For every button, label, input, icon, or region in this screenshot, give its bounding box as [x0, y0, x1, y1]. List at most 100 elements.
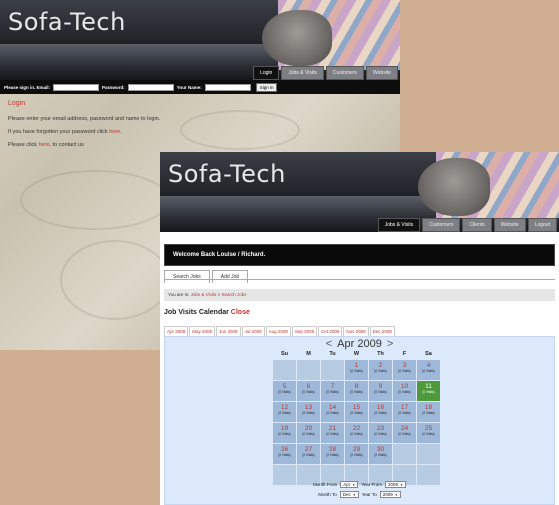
calendar-day-cell[interactable]: 26 (0 Visits)	[273, 444, 296, 464]
tab-add-job[interactable]: Add Job	[211, 270, 249, 283]
calendar-day-cell[interactable]: 17 (0 Visits)	[393, 402, 416, 422]
calendar-day-number[interactable]: 24	[393, 423, 416, 432]
calendar-day-cell[interactable]: 20 (0 Visits)	[297, 423, 320, 443]
calendar-day-number[interactable]: 20	[297, 423, 320, 432]
header-person-image	[262, 10, 332, 66]
calendar-day-number[interactable]: 25	[417, 423, 440, 432]
calendar-day-cell[interactable]: 16 (0 Visits)	[369, 402, 392, 422]
calendar-day-cell[interactable]: 11 (0 Visits)	[417, 381, 440, 401]
month-from-select[interactable]: Apr ▼	[340, 481, 359, 488]
calendar-visit-count: (0 Visits)	[374, 411, 387, 415]
calendar-day-number[interactable]: 11	[417, 381, 440, 390]
calendar-day-cell[interactable]: 5 (0 Visits)	[273, 381, 296, 401]
calendar-day-number[interactable]: 15	[345, 402, 368, 411]
calendar-day-cell[interactable]: 3 (0 Visits)	[393, 360, 416, 380]
calendar-day-cell[interactable]: 2 (0 Visits)	[369, 360, 392, 380]
breadcrumb-link-search-jobs[interactable]: Search Jobs	[221, 292, 246, 297]
calendar-day-cell[interactable]: 10 (0 Visits)	[393, 381, 416, 401]
nav-tab-jobs-visits[interactable]: Jobs & Visits	[281, 66, 324, 80]
calendar-day-number[interactable]: 13	[297, 402, 320, 411]
calendar-day-number[interactable]: 10	[393, 381, 416, 390]
calendar-day-cell[interactable]: 29 (0 Visits)	[345, 444, 368, 464]
forgot-password-link[interactable]: here	[109, 129, 120, 135]
year-from-select[interactable]: 2009 ▼	[385, 481, 407, 488]
calendar-day-cell[interactable]: 6 (0 Visits)	[297, 381, 320, 401]
calendar-day-number[interactable]: 9	[369, 381, 392, 390]
calendar-day-cell[interactable]: 18 (0 Visits)	[417, 402, 440, 422]
tab-search-jobs[interactable]: Search Jobs	[164, 270, 210, 283]
month-from-label: Month From	[312, 482, 338, 487]
calendar-day-cell[interactable]: 24 (0 Visits)	[393, 423, 416, 443]
calendar-day-number[interactable]: 23	[369, 423, 392, 432]
calendar-day-number[interactable]: 30	[369, 444, 392, 453]
nav-tab-customers[interactable]: Customers	[422, 218, 461, 232]
calendar-day-number[interactable]: 18	[417, 402, 440, 411]
calendar-day-number[interactable]: 8	[345, 381, 368, 390]
calendar-close-link[interactable]: Close	[231, 309, 250, 316]
signin-button[interactable]: Sign in	[255, 82, 278, 92]
calendar-day-cell[interactable]: 12 (0 Visits)	[273, 402, 296, 422]
calendar-day-cell[interactable]: 19 (0 Visits)	[273, 423, 296, 443]
calendar-day-cell[interactable]: 22 (0 Visits)	[345, 423, 368, 443]
nav-tab-login[interactable]: Login	[253, 66, 280, 80]
month-to-label: Month To	[318, 492, 337, 497]
nav-tab-clients[interactable]: Clients	[462, 218, 492, 232]
calendar-day-number[interactable]: 14	[321, 402, 344, 411]
calendar-day-cell[interactable]: 25 (0 Visits)	[417, 423, 440, 443]
nav-tab-website[interactable]: Website	[493, 218, 526, 232]
forgot-password-suffix: .	[120, 129, 122, 135]
calendar-day-cell[interactable]: 1 (0 Visits)	[345, 360, 368, 380]
calendar-day-number[interactable]: 12	[273, 402, 296, 411]
calendar-visit-count: (0 Visits)	[398, 369, 411, 373]
site-logo[interactable]: Sofa-Tech	[168, 160, 286, 188]
calendar-day-cell[interactable]: 4 (0 Visits)	[417, 360, 440, 380]
password-field[interactable]	[127, 83, 174, 91]
calendar-day-cell[interactable]: 14 (0 Visits)	[321, 402, 344, 422]
nav-tab-jobs-visits[interactable]: Jobs & Visits	[377, 218, 421, 232]
calendar-visit-count: (0 Visits)	[278, 411, 291, 415]
calendar-day-cell[interactable]: 15 (0 Visits)	[345, 402, 368, 422]
calendar-day-number[interactable]: 1	[345, 360, 368, 369]
calendar-day-cell[interactable]: 21 (0 Visits)	[321, 423, 344, 443]
calendar-day-number[interactable]: 4	[417, 360, 440, 369]
calendar-day-number[interactable]: 19	[273, 423, 296, 432]
calendar-day-cell[interactable]: 28 (0 Visits)	[321, 444, 344, 464]
page-title-text: Job Visits Calendar	[164, 309, 229, 316]
calendar-day-cell[interactable]: 8 (0 Visits)	[345, 381, 368, 401]
nav-tab-customers[interactable]: Customers	[325, 66, 365, 80]
prev-month-button[interactable]: <	[321, 338, 337, 350]
calendar-day-number[interactable]: 16	[369, 402, 392, 411]
calendar-day-number[interactable]: 17	[393, 402, 416, 411]
next-month-button[interactable]: >	[382, 338, 398, 350]
name-field[interactable]	[204, 83, 251, 91]
calendar-day-number[interactable]: 5	[273, 381, 296, 390]
calendar-day-number[interactable]: 21	[321, 423, 344, 432]
nav-tab-logout[interactable]: Logout	[527, 218, 557, 232]
calendar-day-number[interactable]: 28	[321, 444, 344, 453]
calendar-day-cell[interactable]: 30 (0 Visits)	[369, 444, 392, 464]
calendar-day-number[interactable]: 22	[345, 423, 368, 432]
calendar-day-cell[interactable]: 27 (0 Visits)	[297, 444, 320, 464]
calendar-day-cell[interactable]: 9 (0 Visits)	[369, 381, 392, 401]
site-logo[interactable]: Sofa-Tech	[8, 8, 126, 36]
chevron-down-icon: ▼	[394, 492, 398, 497]
contact-link[interactable]: here	[39, 142, 50, 148]
calendar-day-number[interactable]: 2	[369, 360, 392, 369]
nav-tab-website[interactable]: Website	[366, 66, 398, 80]
calendar-day-number[interactable]: 27	[297, 444, 320, 453]
calendar-day-number[interactable]: 26	[273, 444, 296, 453]
header-person-image	[418, 158, 490, 216]
month-from-value: Apr	[343, 482, 351, 487]
main-nav: Jobs & Visits Customers Clients Website …	[377, 218, 557, 232]
calendar-day-cell[interactable]: 13 (0 Visits)	[297, 402, 320, 422]
calendar-day-cell[interactable]: 7 (0 Visits)	[321, 381, 344, 401]
calendar-day-cell[interactable]: 23 (0 Visits)	[369, 423, 392, 443]
calendar-day-number[interactable]: 7	[321, 381, 344, 390]
breadcrumb-link-jobs-visits[interactable]: Jobs & Visits	[191, 292, 217, 297]
email-field[interactable]	[53, 83, 100, 91]
month-to-select[interactable]: Dec ▼	[339, 491, 359, 498]
calendar-day-number[interactable]: 29	[345, 444, 368, 453]
calendar-day-number[interactable]: 6	[297, 381, 320, 390]
calendar-day-number[interactable]: 3	[393, 360, 416, 369]
year-to-select[interactable]: 2009 ▼	[379, 491, 401, 498]
